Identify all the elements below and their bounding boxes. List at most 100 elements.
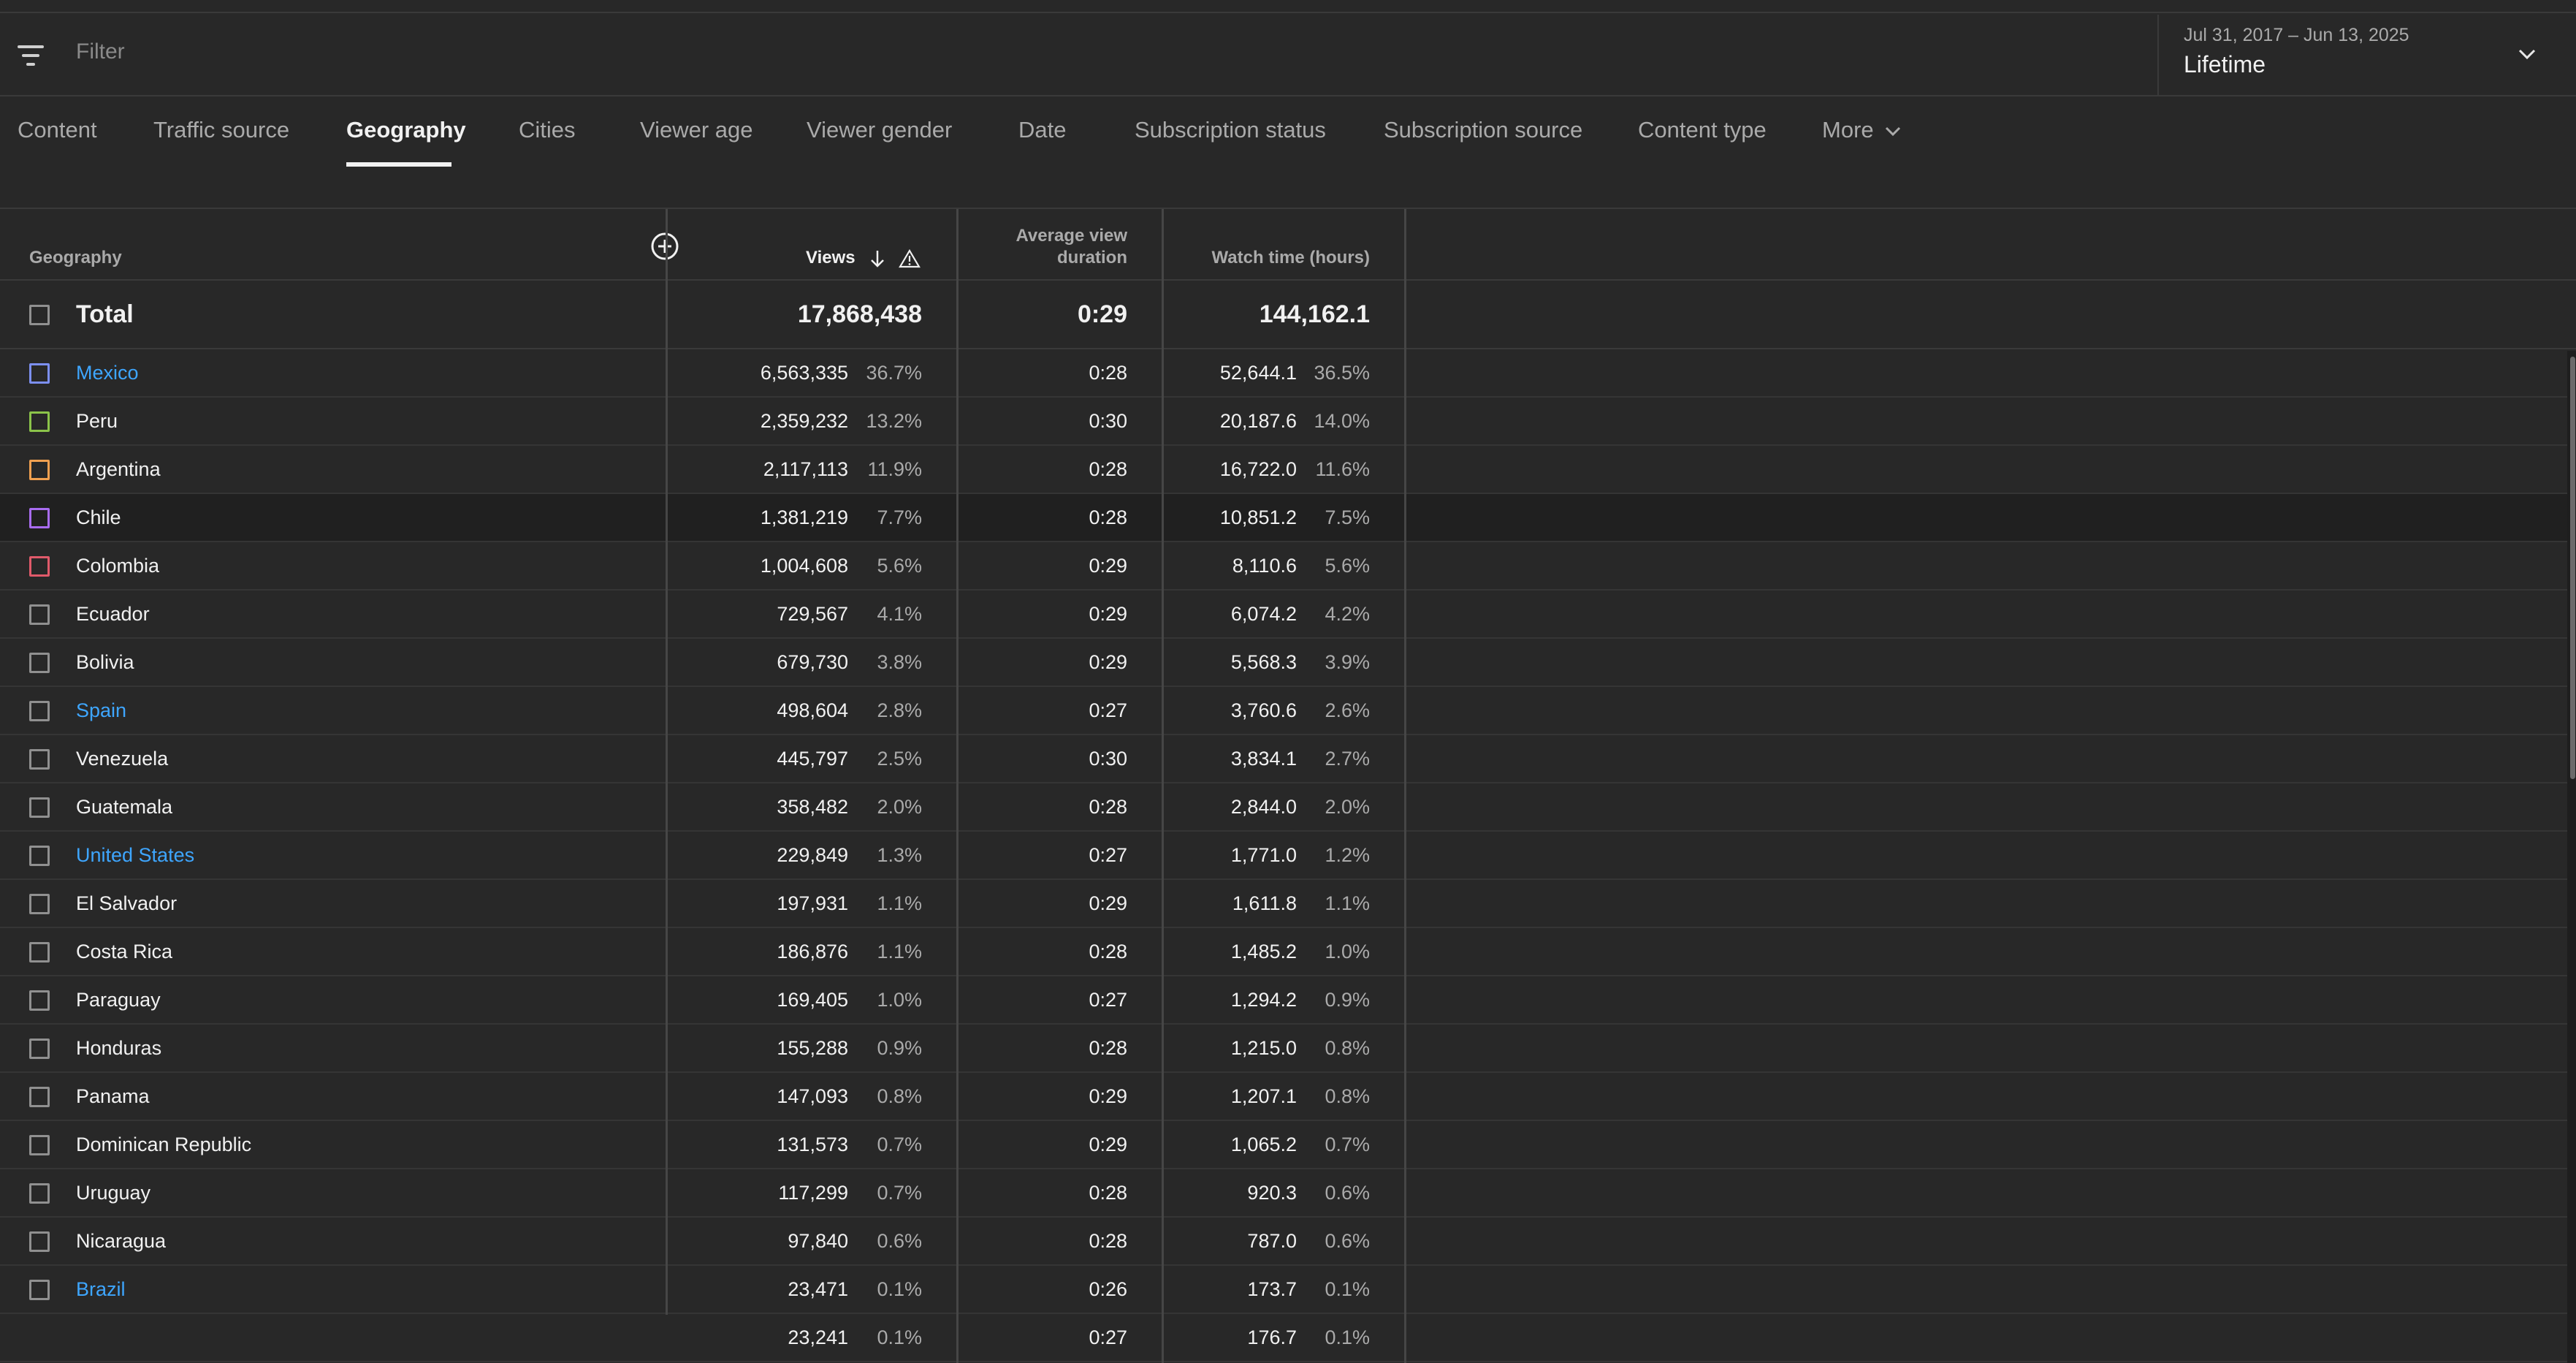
row-checkbox[interactable] (29, 411, 50, 432)
table-row[interactable]: Uruguay 117,299 0.7% 0:28 920.3 0.6% (0, 1169, 2572, 1218)
watch-time-value: 52,644.1 (1219, 362, 1297, 384)
country-name: Guatemala (76, 796, 173, 818)
warning-icon[interactable] (899, 248, 921, 269)
watch-time-value: 1,485.2 (1230, 941, 1297, 963)
column-header-avg-view-duration[interactable]: Average view duration (1015, 225, 1127, 269)
row-checkbox[interactable] (29, 1039, 50, 1059)
column-divider (1162, 209, 1164, 1363)
table-row[interactable]: Spain 498,604 2.8% 0:27 3,760.6 2.6% (0, 687, 2572, 735)
views-value: 169,405 (777, 989, 848, 1011)
scrollbar-thumb[interactable] (2570, 357, 2575, 779)
column-header-views[interactable]: Views (806, 247, 856, 269)
filter-icon[interactable] (18, 42, 51, 69)
table-row[interactable]: Venezuela 445,797 2.5% 0:30 3,834.1 2.7% (0, 735, 2572, 783)
header-line-2: duration (1057, 248, 1127, 267)
row-checkbox[interactable] (29, 363, 50, 384)
tab-viewer-age[interactable]: Viewer age (640, 117, 753, 143)
table-row[interactable]: Bolivia 679,730 3.8% 0:29 5,568.3 3.9% (0, 639, 2572, 687)
add-column-icon[interactable] (650, 232, 679, 261)
avg-duration-value: 0:27 (1089, 699, 1127, 721)
tab-geography[interactable]: Geography (346, 117, 466, 143)
row-checkbox[interactable] (29, 1231, 50, 1252)
table-row[interactable]: Ecuador 729,567 4.1% 0:29 6,074.2 4.2% (0, 591, 2572, 639)
row-checkbox[interactable] (29, 508, 50, 528)
country-name[interactable]: Mexico (76, 349, 139, 396)
row-checkbox[interactable] (29, 1280, 50, 1300)
date-range-selector[interactable]: Jul 31, 2017 – Jun 13, 2025 Lifetime (2157, 15, 2576, 95)
total-checkbox[interactable] (29, 305, 50, 325)
tab-subscription-status[interactable]: Subscription status (1135, 117, 1326, 143)
views-value: 23,471 (788, 1278, 848, 1300)
avg-duration-value: 0:28 (1089, 362, 1127, 384)
row-checkbox[interactable] (29, 701, 50, 721)
views-percent: 1.1% (877, 941, 922, 963)
country-name[interactable]: Brazil (76, 1266, 126, 1313)
row-checkbox[interactable] (29, 1135, 50, 1155)
total-watch-time: 144,162.1 (1259, 300, 1370, 328)
row-checkbox[interactable] (29, 990, 50, 1011)
table-row[interactable]: Nicaragua 97,840 0.6% 0:28 787.0 0.6% (0, 1218, 2572, 1266)
avg-duration-value: 0:29 (1089, 892, 1127, 914)
country-name: Dominican Republic (76, 1134, 252, 1155)
views-value: 186,876 (777, 941, 848, 963)
views-percent: 0.9% (877, 1037, 922, 1059)
views-percent: 2.0% (877, 796, 922, 818)
tab-cities[interactable]: Cities (519, 117, 576, 143)
watch-time-value: 3,760.6 (1230, 699, 1297, 721)
table-row[interactable]: Guatemala 358,482 2.0% 0:28 2,844.0 2.0% (0, 783, 2572, 832)
row-checkbox[interactable] (29, 1183, 50, 1204)
row-checkbox[interactable] (29, 460, 50, 480)
table-row[interactable]: Peru 2,359,232 13.2% 0:30 20,187.6 14.0% (0, 398, 2572, 446)
tab-viewer-gender[interactable]: Viewer gender (807, 117, 952, 143)
table-row[interactable]: Colombia 1,004,608 5.6% 0:29 8,110.6 5.6% (0, 542, 2572, 591)
table-row[interactable]: Argentina 2,117,113 11.9% 0:28 16,722.0 11.6% (0, 446, 2572, 494)
watch-time-percent: 0.8% (1325, 1085, 1370, 1107)
tab-more[interactable]: More (1822, 117, 1903, 143)
table-row[interactable]: Honduras 155,288 0.9% 0:28 1,215.0 0.8% (0, 1025, 2572, 1073)
row-checkbox[interactable] (29, 749, 50, 770)
watch-time-percent: 5.6% (1325, 555, 1370, 577)
sort-descending-icon[interactable] (868, 248, 887, 269)
column-header-watch-time[interactable]: Watch time (hours) (1212, 247, 1370, 269)
country-name: Colombia (76, 555, 160, 577)
row-checkbox[interactable] (29, 846, 50, 866)
table-row[interactable]: Costa Rica 186,876 1.1% 0:28 1,485.2 1.0% (0, 928, 2572, 976)
row-checkbox[interactable] (29, 1087, 50, 1107)
country-name[interactable]: Spain (76, 687, 126, 734)
tab-content[interactable]: Content (18, 117, 97, 143)
watch-time-percent: 36.5% (1314, 362, 1370, 384)
table-row[interactable]: Mexico 6,563,335 36.7% 0:28 52,644.1 36.5% (0, 349, 2572, 398)
table-row[interactable]: Brazil 23,471 0.1% 0:26 173.7 0.1% (0, 1266, 2572, 1314)
tab-subscription-source[interactable]: Subscription source (1384, 117, 1582, 143)
row-checkbox[interactable] (29, 604, 50, 625)
top-divider (0, 0, 2576, 13)
country-name[interactable]: United States (76, 832, 194, 878)
avg-duration-value: 0:29 (1089, 651, 1127, 673)
table-row[interactable]: El Salvador 197,931 1.1% 0:29 1,611.8 1.1% (0, 880, 2572, 928)
column-header-geography[interactable]: Geography (29, 247, 122, 269)
tab-date[interactable]: Date (1018, 117, 1066, 143)
filter-input[interactable]: Filter (76, 39, 125, 64)
country-name: Bolivia (76, 651, 134, 673)
table-row[interactable]: Dominican Republic 131,573 0.7% 0:29 1,065.2… (0, 1121, 2572, 1169)
table-row[interactable]: Chile 1,381,219 7.7% 0:28 10,851.2 7.5% (0, 494, 2572, 542)
row-checkbox[interactable] (29, 942, 50, 963)
watch-time-percent: 1.0% (1325, 941, 1370, 963)
row-checkbox[interactable] (29, 894, 50, 914)
avg-duration-value: 0:30 (1089, 748, 1127, 770)
row-checkbox[interactable] (29, 797, 50, 818)
watch-time-value: 8,110.6 (1232, 555, 1297, 577)
tab-traffic-source[interactable]: Traffic source (153, 117, 289, 143)
views-value: 1,381,219 (760, 506, 848, 528)
watch-time-value: 176.7 (1247, 1326, 1297, 1348)
table-row[interactable]: 23,241 0.1% 0:27 176.7 0.1% (0, 1314, 2572, 1362)
table-row[interactable]: United States 229,849 1.3% 0:27 1,771.0 1.2% (0, 832, 2572, 880)
tab-content-type[interactable]: Content type (1638, 117, 1767, 143)
row-checkbox[interactable] (29, 556, 50, 577)
views-percent: 1.0% (877, 989, 922, 1011)
watch-time-percent: 0.6% (1325, 1230, 1370, 1252)
table-row[interactable]: Panama 147,093 0.8% 0:29 1,207.1 0.8% (0, 1073, 2572, 1121)
row-checkbox[interactable] (29, 653, 50, 673)
table-row[interactable]: Paraguay 169,405 1.0% 0:27 1,294.2 0.9% (0, 976, 2572, 1025)
watch-time-percent: 0.6% (1325, 1182, 1370, 1204)
